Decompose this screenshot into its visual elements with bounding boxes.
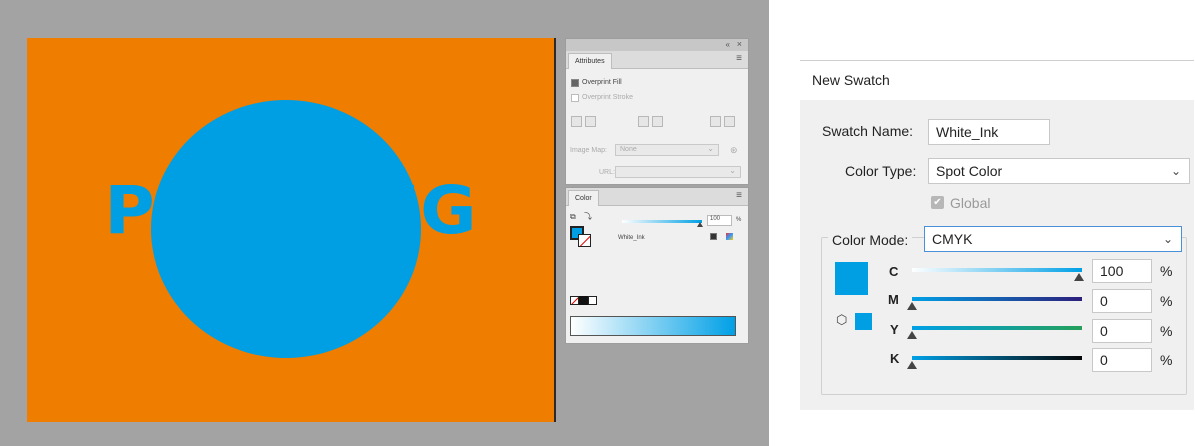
black-color-icon[interactable] [579, 296, 588, 305]
channel-k-slider[interactable] [912, 356, 1082, 360]
channel-y-slider[interactable] [912, 326, 1082, 330]
global-label: Global [950, 195, 991, 211]
fill-rule-icon[interactable] [571, 116, 582, 127]
color-tab-row: Color ≡ [566, 188, 748, 206]
web-safe-icon[interactable] [726, 233, 733, 240]
tab-attributes[interactable]: Attributes [568, 53, 612, 69]
channel-k-label: K [890, 351, 900, 366]
panel-top-bar: « × [566, 39, 748, 51]
global-checkbox[interactable]: ✔ [931, 196, 944, 209]
attributes-panel: « × Attributes ≡ Overprint Fill Overprin… [565, 38, 749, 185]
default-colors-icon[interactable]: ⧉ [570, 212, 576, 222]
overprint-stroke-label: Overprint Stroke [582, 94, 633, 101]
color-mode-label: Color Mode: [828, 232, 913, 248]
spot-swatch-name: White_Ink [618, 235, 645, 241]
channel-m-slider[interactable] [912, 297, 1082, 301]
gamut-warning-icon[interactable] [710, 233, 717, 240]
channel-c-unit: % [1160, 263, 1173, 279]
channel-m-unit: % [1160, 293, 1173, 309]
color-type-label: Color Type: [845, 163, 917, 179]
swatch-name-label: Swatch Name: [822, 123, 914, 139]
out-of-gamut-cube-icon[interactable]: ⬡ [836, 312, 847, 328]
color-preview-swatch [835, 262, 868, 295]
chevron-down-icon: ⌄ [1162, 232, 1173, 246]
channel-m-slider-thumb[interactable] [907, 302, 917, 310]
show-center-icon[interactable] [710, 116, 721, 127]
artboard-edge [554, 38, 556, 422]
url-dropdown[interactable]: ⌄ [615, 166, 741, 178]
channel-c-slider[interactable] [912, 268, 1082, 272]
tint-slider-thumb[interactable] [697, 222, 703, 227]
illustrator-workspace: PRINTING « × Attributes ≡ Overprint Fill… [0, 0, 769, 446]
channel-y-label: Y [890, 322, 899, 337]
panel-menu-icon[interactable]: ≡ [736, 53, 742, 65]
channel-y-slider-thumb[interactable] [907, 331, 917, 339]
swap-colors-icon[interactable]: ⤵ [584, 211, 592, 222]
fill-rule-alt-icon[interactable] [585, 116, 596, 127]
image-map-dropdown[interactable]: None ⌄ [615, 144, 719, 156]
hide-center-icon[interactable] [724, 116, 735, 127]
tint-slider[interactable] [622, 220, 702, 223]
tint-percent: % [736, 217, 742, 223]
none-color-icon[interactable] [570, 296, 579, 305]
overprint-stroke-checkbox[interactable] [571, 94, 579, 102]
swatch-name-input[interactable]: White_Ink [928, 119, 1050, 145]
collapse-panels-icon[interactable]: « [726, 39, 730, 50]
browser-icon[interactable]: ⊛ [730, 145, 738, 156]
overprint-fill-label: Overprint Fill [582, 79, 622, 86]
color-spectrum-bar[interactable] [570, 316, 736, 336]
image-map-label: Image Map: [570, 147, 607, 154]
dialog-top-rule [800, 60, 1194, 61]
url-label: URL: [599, 169, 615, 176]
channel-y-input[interactable]: 0 [1092, 319, 1152, 343]
channel-k-input[interactable]: 0 [1092, 348, 1152, 372]
color-panel: Color ≡ ⧉ ⤵ 100 % White_Ink [565, 187, 749, 344]
tab-color[interactable]: Color [568, 190, 599, 206]
dialog-title: New Swatch [812, 72, 890, 88]
gamut-correction-swatch[interactable] [855, 313, 872, 330]
channel-k-unit: % [1160, 352, 1173, 368]
close-panel-icon[interactable]: × [737, 39, 742, 50]
tint-value-field[interactable]: 100 [707, 215, 732, 226]
channel-k-slider-thumb[interactable] [907, 361, 917, 369]
channel-c-label: C [889, 264, 899, 279]
channel-m-input[interactable]: 0 [1092, 289, 1152, 313]
color-type-select[interactable]: Spot Color ⌄ [928, 158, 1190, 184]
channel-c-slider-thumb[interactable] [1074, 273, 1084, 281]
reverse-path-alt-icon[interactable] [652, 116, 663, 127]
printing-text[interactable]: PRINTING [27, 171, 554, 251]
channel-c-input[interactable]: 100 [1092, 259, 1152, 283]
panel-menu-icon[interactable]: ≡ [736, 190, 742, 202]
color-mode-select[interactable]: CMYK ⌄ [924, 226, 1182, 252]
overprint-fill-checkbox[interactable] [571, 79, 579, 87]
white-color-icon[interactable] [588, 296, 597, 305]
channel-y-unit: % [1160, 323, 1173, 339]
channel-m-label: M [888, 292, 899, 307]
attributes-tab-row: Attributes ≡ [566, 51, 748, 69]
stroke-none-swatch[interactable] [578, 234, 591, 247]
reverse-path-icon[interactable] [638, 116, 649, 127]
chevron-down-icon: ⌄ [1170, 164, 1181, 178]
artboard[interactable]: PRINTING [27, 38, 554, 422]
